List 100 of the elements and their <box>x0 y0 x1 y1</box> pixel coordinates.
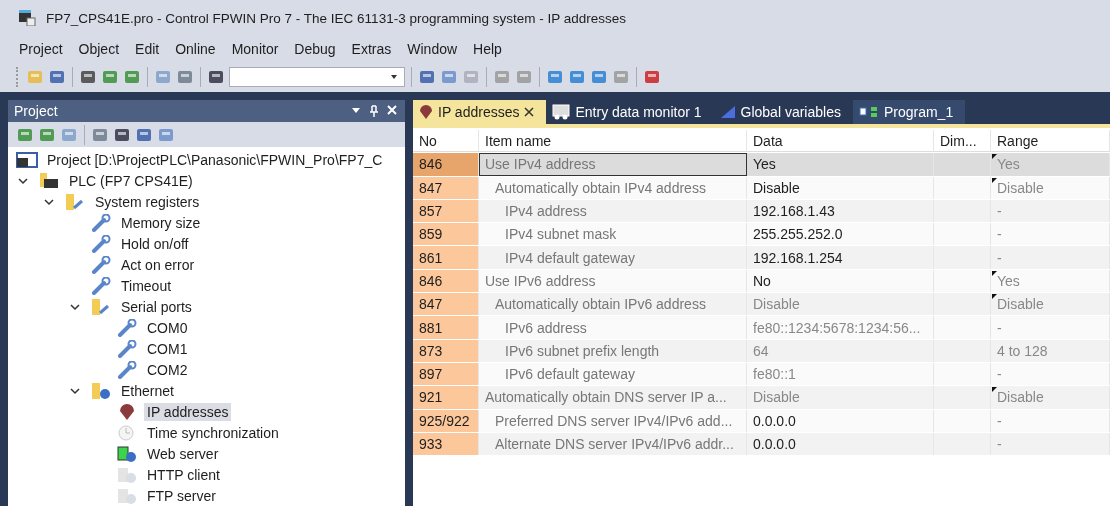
tab[interactable]: IP addresses <box>413 100 547 124</box>
table-row[interactable]: 925/922 Preferred DNS server IPv4/IPv6 add... 0.0.0.0 - <box>413 409 1110 433</box>
tree-item[interactable]: Hold on/off <box>118 234 192 253</box>
table-row[interactable]: 846 Use IPv6 address No Yes <box>413 269 1110 294</box>
table-row[interactable]: 873 IPv6 subnet prefix length 64 4 to 128 <box>413 339 1110 363</box>
menu-item[interactable]: Online <box>168 39 223 59</box>
server-icon <box>116 465 138 484</box>
menu-item[interactable]: Extras <box>344 39 399 59</box>
table-cell: 192.168.1.43 <box>747 199 934 223</box>
wrench-icon <box>90 234 112 253</box>
folder-wrench-icon <box>64 192 86 211</box>
table-cell: 0.0.0.0 <box>747 432 934 456</box>
table-cell: Disable <box>747 176 934 199</box>
folder-globe-icon <box>90 381 112 400</box>
tree-item[interactable]: COM0 <box>144 318 191 337</box>
tree-item[interactable]: Ethernet <box>118 381 177 400</box>
tree-item[interactable]: Memory size <box>118 213 204 232</box>
menu-item[interactable]: Monitor <box>224 39 286 59</box>
table-cell: Yes <box>991 153 1110 176</box>
column-header[interactable]: Data <box>747 130 934 153</box>
table-cell: - <box>991 432 1110 456</box>
table-row[interactable]: 857 IPv4 address 192.168.1.43 - <box>413 199 1110 224</box>
table-row[interactable]: 847 Automatically obtain IPv6 address Disable Disable <box>413 293 1110 317</box>
tree-item[interactable]: FTP server <box>144 486 219 505</box>
tree-item[interactable]: Web server <box>144 444 222 463</box>
window-title: FP7_CPS41E.pro - Control FPWIN Pro 7 - The IEC 61131-3 programming system - IP addresses <box>46 10 626 26</box>
table-cell: Yes <box>747 153 934 176</box>
table-row[interactable]: 933 Alternate DNS server IPv4/IPv6 addr... 0.0.0.0 - <box>413 432 1110 457</box>
menu-item[interactable]: Object <box>71 39 127 59</box>
table-row[interactable]: 921 Automatically obtain DNS server IP a... Disable Disable <box>413 386 1110 410</box>
menu-item[interactable]: Help <box>466 39 509 59</box>
tab[interactable]: Program_1 <box>852 100 966 124</box>
column-header[interactable]: Item name <box>479 130 747 153</box>
table-cell: IPv6 subnet prefix length <box>479 339 747 362</box>
table-cell: Automatically obtain IPv6 address <box>479 293 747 316</box>
menu-item[interactable]: Project <box>12 39 70 59</box>
table-row[interactable]: 881 IPv6 address fe80::1234:5678:1234:56... - <box>413 316 1110 340</box>
tree-item[interactable]: PLC (FP7 CPS41E) <box>66 171 196 190</box>
table-cell: - <box>991 246 1110 269</box>
tree-item[interactable]: Project [D:\ProjectPLC\Panasonic\FPWIN_Pro\FP7_C <box>44 150 386 169</box>
table-cell: 873 <box>413 339 479 362</box>
table-cell: - <box>991 409 1110 432</box>
table-row[interactable]: 859 IPv4 subnet mask 255.255.252.0 - <box>413 223 1110 247</box>
tree-item[interactable]: COM2 <box>144 360 191 379</box>
monitor-globe-icon <box>116 444 138 463</box>
table-cell: - <box>991 223 1110 246</box>
table-cell: 897 <box>413 362 479 386</box>
wrench-icon <box>90 276 112 295</box>
table-cell: 933 <box>413 432 479 456</box>
table-cell: Use IPv4 address <box>479 153 747 176</box>
table-cell: 847 <box>413 293 479 316</box>
table-row[interactable]: 846 Use IPv4 address Yes Yes <box>413 153 1110 177</box>
pin-icon[interactable] <box>369 105 379 118</box>
table-cell: Automatically obtain DNS server IP a... <box>479 386 747 409</box>
table-row[interactable]: 861 IPv4 default gateway 192.168.1.254 - <box>413 246 1110 270</box>
table-cell: IPv4 address <box>479 199 747 223</box>
wrench-icon <box>90 213 112 232</box>
table-cell: Disable <box>747 386 934 409</box>
menu-item[interactable]: Window <box>400 39 465 59</box>
table-cell: 847 <box>413 176 479 199</box>
tree-item[interactable]: Timeout <box>118 276 175 295</box>
wrench-icon <box>116 360 138 379</box>
column-header[interactable]: Range <box>991 130 1110 153</box>
table-cell: IPv4 subnet mask <box>479 223 747 246</box>
tree-item[interactable]: HTTP client <box>144 465 223 484</box>
table-cell: fe80::1234:5678:1234:56... <box>747 316 934 339</box>
map-pin-icon <box>419 104 433 120</box>
table-row[interactable]: 847 Automatically obtain IPv4 address Disable Disable <box>413 176 1110 200</box>
tree-item[interactable]: Act on error <box>118 255 198 274</box>
table-cell: Automatically obtain IPv4 address <box>479 176 747 199</box>
table-cell: - <box>991 316 1110 339</box>
table-cell: Disable <box>991 293 1110 316</box>
column-header[interactable]: No <box>413 130 479 153</box>
menu-item[interactable]: Debug <box>287 39 343 59</box>
tree-item[interactable]: Serial ports <box>118 297 195 316</box>
folder-wrench-icon <box>90 297 112 316</box>
table-cell: Use IPv6 address <box>479 269 747 293</box>
table-row[interactable]: 897 IPv6 default gateway fe80::1 - <box>413 362 1110 387</box>
menu-item[interactable]: Edit <box>128 39 167 59</box>
table-cell: fe80::1 <box>747 362 934 386</box>
table-cell: 857 <box>413 199 479 223</box>
stairs-icon <box>719 105 736 119</box>
tree-item[interactable]: System registers <box>92 192 203 211</box>
table-cell: IPv6 default gateway <box>479 362 747 386</box>
wrench-icon <box>90 255 112 274</box>
tree-item[interactable]: Time synchronization <box>144 423 282 442</box>
tree-item[interactable]: IP addresses <box>144 402 232 421</box>
server-icon <box>116 486 138 505</box>
table-cell: 861 <box>413 246 479 269</box>
close-icon[interactable] <box>524 107 535 117</box>
tree-item[interactable]: COM1 <box>144 339 191 358</box>
table-cell: Alternate DNS server IPv4/IPv6 addr... <box>479 432 747 456</box>
column-header[interactable]: Dim... <box>934 130 991 153</box>
wrench-icon <box>116 339 138 358</box>
table-cell: 846 <box>413 269 479 293</box>
table-cell: - <box>991 199 1110 223</box>
table-cell: Disable <box>991 176 1110 199</box>
table-cell: IPv4 default gateway <box>479 246 747 269</box>
table-cell: 64 <box>747 339 934 362</box>
table-cell: Preferred DNS server IPv4/IPv6 add... <box>479 409 747 432</box>
